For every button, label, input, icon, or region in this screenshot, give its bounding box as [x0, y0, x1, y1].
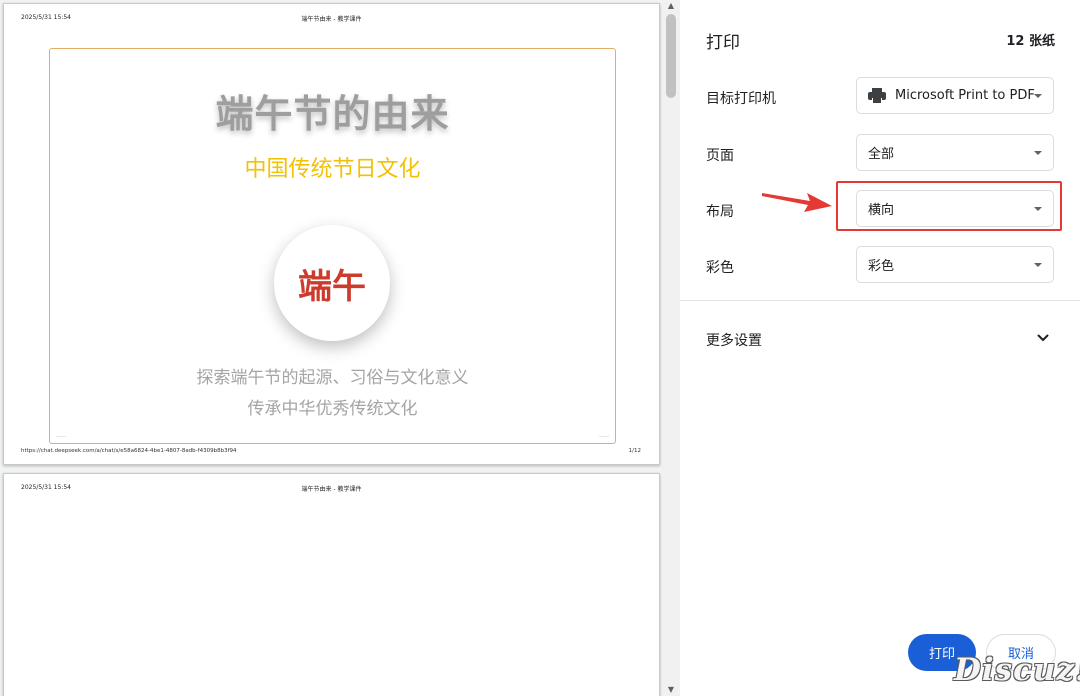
slide-title: 端午节的由来	[215, 92, 450, 136]
print-preview-area[interactable]: 2025/5/31 15:54 端午节由来 - 教学课件 端午节的由来 中国传统…	[0, 0, 680, 696]
page-footer-number: 1/12	[628, 448, 641, 454]
print-settings-panel: 打印 12 张纸 目标打印机 Microsoft Print to PDF 页面…	[680, 0, 1080, 696]
color-select[interactable]: 彩色	[856, 246, 1054, 283]
page-header-title: 端午节由来 - 教学课件	[301, 16, 362, 23]
slide-badge: 端午	[274, 225, 390, 341]
printer-select-value: Microsoft Print to PDF	[895, 88, 1035, 103]
page-footer-url: https://chat.deepseek.com/a/chat/s/e58a6…	[21, 448, 237, 454]
slide-subtitle: 中国传统节日文化	[244, 157, 421, 182]
panel-title: 打印	[706, 33, 740, 53]
layout-label: 布局	[706, 204, 734, 220]
slide-frame: 端午节的由来 中国传统节日文化 端午 探索端午节的起源、习俗与文化意义 传承中华…	[49, 48, 616, 444]
color-label: 彩色	[706, 260, 734, 276]
pages-select[interactable]: 全部	[856, 134, 1054, 171]
page-header-title: 端午节由来 - 教学课件	[301, 486, 362, 493]
preview-scrollbar[interactable]: ▲ ▼	[662, 0, 680, 696]
printer-select[interactable]: Microsoft Print to PDF	[856, 77, 1054, 114]
slide-badge-text: 端午	[298, 266, 366, 307]
layout-highlight-box	[836, 181, 1062, 231]
more-settings-toggle[interactable]: 更多设置	[706, 330, 762, 350]
sheet-count: 12 张纸	[1006, 34, 1055, 49]
color-select-value: 彩色	[868, 259, 895, 274]
watermark-logo: Discuz!	[954, 652, 1080, 688]
dropdown-caret-icon	[1034, 151, 1042, 155]
slide-description-line-2: 传承中华优秀传统文化	[247, 399, 418, 419]
pages-label: 页面	[706, 148, 734, 164]
preview-page-1: 2025/5/31 15:54 端午节由来 - 教学课件 端午节的由来 中国传统…	[3, 3, 660, 465]
slide-corner-decoration	[56, 434, 66, 437]
printer-icon	[868, 87, 886, 104]
scrollbar-thumb[interactable]	[666, 14, 676, 98]
red-arrow-annotation	[762, 193, 832, 212]
preview-page-2: 2025/5/31 15:54 端午节由来 - 教学课件	[3, 473, 660, 696]
slide-corner-decoration	[599, 434, 609, 437]
slide-description-line-1: 探索端午节的起源、习俗与文化意义	[196, 368, 469, 388]
scroll-up-icon[interactable]: ▲	[662, 0, 680, 12]
chevron-down-icon[interactable]	[1036, 331, 1050, 345]
dropdown-caret-icon	[1034, 94, 1042, 98]
printer-label: 目标打印机	[706, 91, 776, 107]
dropdown-caret-icon	[1034, 263, 1042, 267]
pages-select-value: 全部	[868, 147, 895, 162]
panel-divider	[680, 300, 1080, 301]
scroll-down-icon[interactable]: ▼	[662, 684, 680, 696]
